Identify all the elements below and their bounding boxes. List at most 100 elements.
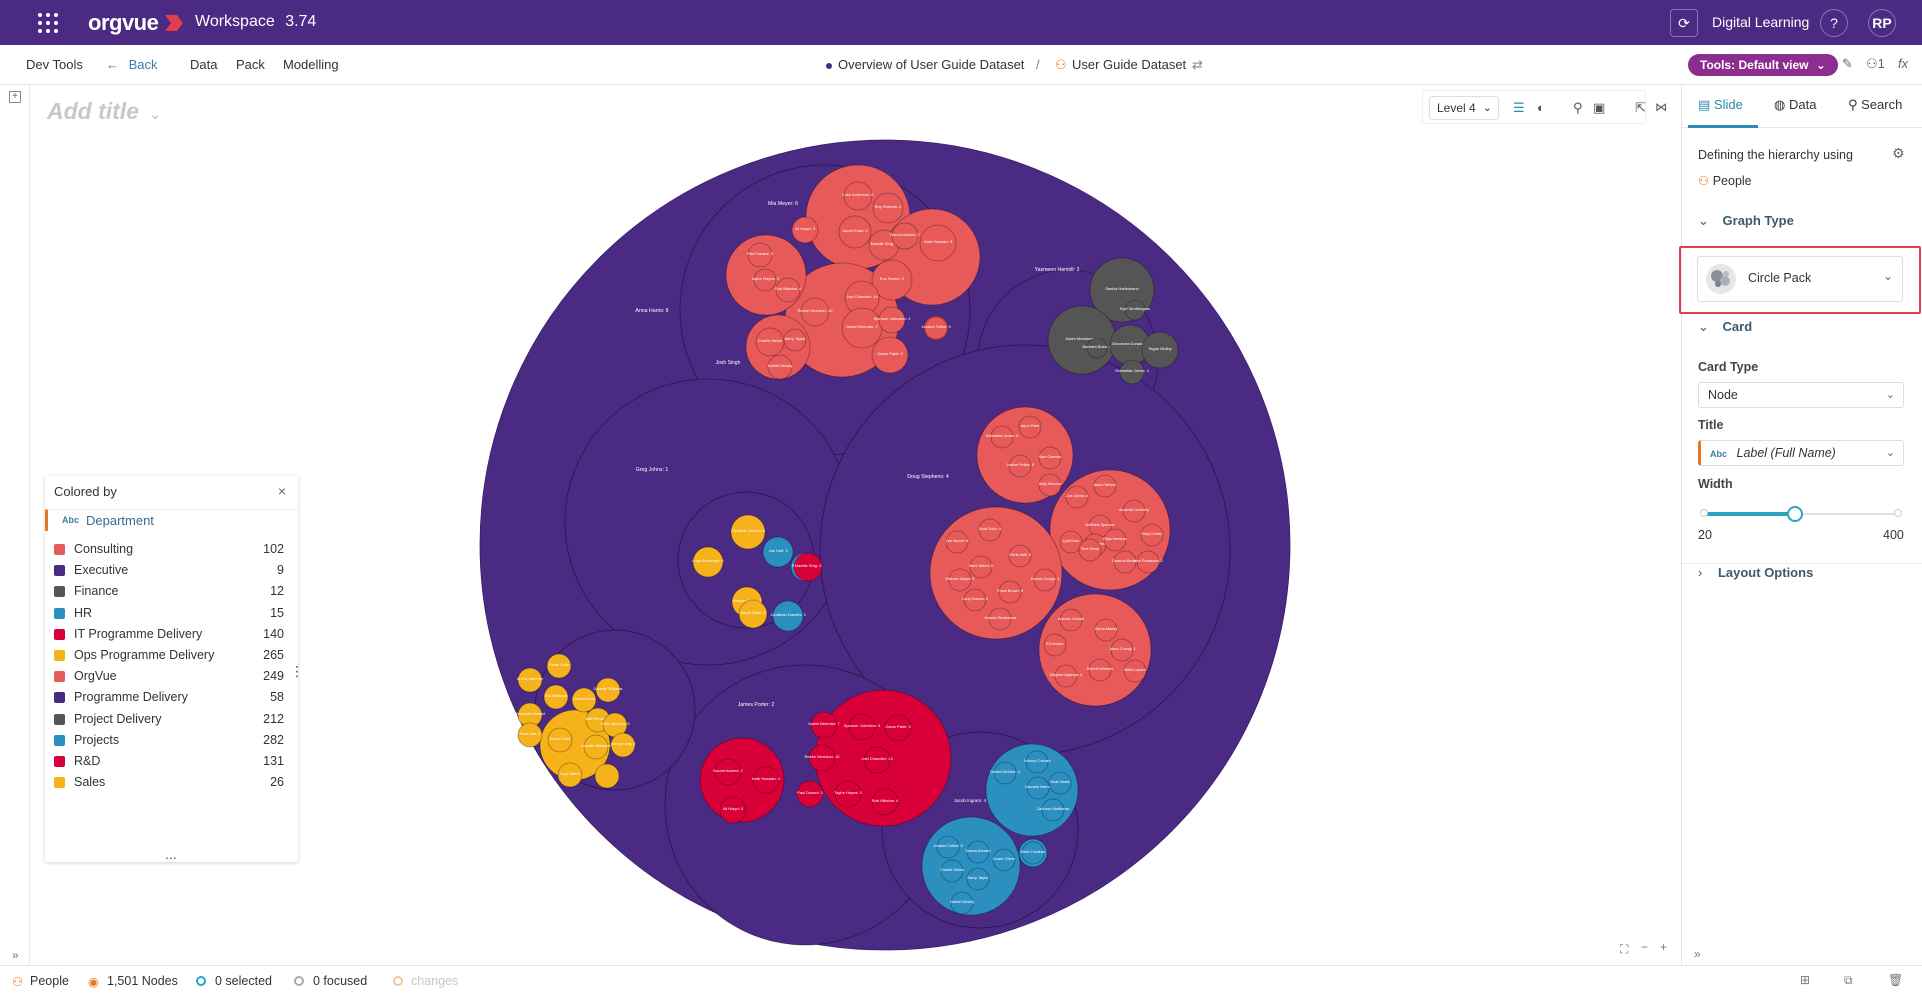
share-icon[interactable]: ⋈ [1655,100,1667,114]
tab-slide[interactable]: ▤ Slide [1698,97,1743,113]
database-icon: ◍ [1774,97,1786,112]
graph-type-select[interactable]: Circle Pack ⌄ [1697,256,1903,302]
layout-options-section[interactable]: › Layout Options [1698,565,1813,580]
legend-item-label: R&D [74,754,101,768]
brand-logo[interactable]: orgvue [88,10,159,36]
delete-icon[interactable]: 🗑 [1888,973,1903,987]
width-label: Width [1698,477,1733,491]
dataset-dot-icon [826,63,832,69]
breadcrumb-dataset[interactable]: User Guide Dataset [1072,57,1186,72]
legend-item[interactable]: OrgVue 249 [54,667,284,687]
legend-field[interactable]: Abc Department [45,509,298,531]
formula-icon[interactable]: fx [1898,56,1908,71]
dev-tools-menu[interactable]: Dev Tools [26,57,83,72]
pack-node-label: Jacob Ingram: 4 [954,798,987,803]
layout-options-header: Layout Options [1717,565,1814,580]
expand-panel-icon[interactable]: » [1694,947,1701,961]
pack-node-label: Eva Stillwood [545,694,568,698]
color-legend: Colored by × Abc Department Consulting 10… [45,476,298,862]
help-button[interactable]: ? [1820,9,1848,37]
level-select[interactable]: Level 4 ⌄ [1429,96,1499,120]
zoom-in-icon[interactable]: + [1660,940,1667,954]
legend-item[interactable]: R&D 131 [54,752,284,772]
modelling-menu[interactable]: Modelling [283,57,339,72]
export-icon[interactable]: ⇱ [1635,100,1646,116]
card-type-select[interactable]: Node ⌄ [1698,382,1904,408]
legend-item[interactable]: Sales 26 [54,773,284,793]
status-changes[interactable]: changes [411,974,458,988]
pack-node-label: Barry Taylor [784,336,806,341]
pack-node-label: Lee Moore: 8 [946,539,968,543]
hierarchy-value[interactable]: ⚇ People [1698,173,1752,188]
pack-node[interactable] [594,763,620,789]
zoom-out-icon[interactable]: − [1641,940,1648,954]
pack-node-label: Rob Mikelos: 4 [872,798,899,803]
close-icon[interactable]: × [278,483,286,499]
pack-node-label: Spencer Johnston: 4 [844,723,881,728]
pack-node-label: Matthew Spencer [1085,523,1115,527]
legend-item-count: 9 [277,563,284,578]
legend-item[interactable]: Finance 12 [54,582,284,602]
status-focused[interactable]: 0 focused [313,974,367,988]
legend-swatch [54,713,65,725]
pack-node-label: Oscar Patel: 3 [877,351,903,356]
breadcrumb-overview[interactable]: Overview of User Guide Dataset [838,57,1024,72]
pack-node-label: Antonio Orozak [1058,617,1084,621]
pack-node-label: Mia Meyer: 6 [768,201,798,207]
palette-icon[interactable]: ◐ [1537,100,1545,115]
legend-item-label: IT Programme Delivery [74,626,203,641]
data-menu[interactable]: Data [190,57,217,72]
legend-item[interactable]: IT Programme Delivery 140 [54,625,284,645]
legend-item[interactable]: Ops Programme Delivery 265 [54,646,284,666]
legend-item[interactable]: Executive 9 [54,561,284,581]
list-icon[interactable]: ☰ [1513,100,1525,116]
status-nodes[interactable]: 1,501 Nodes [107,974,178,988]
drag-handle-icon[interactable]: ⋮ [290,663,304,680]
title-field-select[interactable]: Abc Label (Full Name) ⌄ [1698,440,1904,466]
persona-icon[interactable]: ⚇1 [1866,56,1885,72]
graph-type-section[interactable]: ⌄ Graph Type [1698,213,1794,229]
legend-item[interactable]: Consulting 102 [54,540,284,560]
tab-search[interactable]: ⚲ Search [1848,97,1902,113]
pack-node-label: Bella Trudeau [1021,849,1046,854]
width-slider-handle[interactable] [1787,506,1803,522]
pack-node-label: Jacob Khan: 2 [842,228,868,233]
fit-screen-icon[interactable]: ⛶ [1620,942,1628,957]
user-avatar[interactable]: RP [1868,9,1896,37]
back-button[interactable]: ← Back [106,57,158,72]
copy-icon[interactable]: ⧉ [1844,973,1853,988]
pack-node-label: Daniel McGee: 4 [990,769,1021,774]
refresh-icon[interactable]: ⟳ [1670,9,1698,37]
right-panel: ▤ Slide ◍ Data ⚲ Search Defining the hie… [1681,85,1922,965]
sync-icon[interactable]: ⇄ [1192,57,1203,73]
status-people[interactable]: People [30,974,69,988]
pack-menu[interactable]: Pack [236,57,265,72]
status-selected[interactable]: 0 selected [215,974,272,988]
digital-learning-link[interactable]: Digital Learning [1712,14,1809,30]
legend-item[interactable]: Project Delivery 212 [54,710,284,730]
card-header: Card [1722,319,1753,334]
legend-item[interactable]: Programme Delivery 58 [54,688,284,708]
add-panel-icon[interactable]: + [9,91,21,103]
top-bar: orgvue Workspace 3.74 ⟳ Digital Learning… [0,0,1922,45]
gear-icon[interactable]: ⚙ [1892,145,1905,162]
legend-item[interactable]: HR 15 [54,604,284,624]
pack-node-label: Paul Dawes: 3 [797,790,824,795]
legend-item-label: Consulting [74,542,134,556]
legend-field-name: Department [86,513,154,528]
tab-data[interactable]: ◍ Data [1774,97,1816,113]
tools-view-button[interactable]: Tools: Default view ⌄ [1688,54,1838,76]
slide-title[interactable]: Add title ⌄ [47,98,161,125]
card-icon[interactable]: ▣ [1593,100,1605,116]
legend-more-icon[interactable]: ... [165,846,177,862]
add-icon[interactable]: ⊞ [1800,973,1810,987]
expand-left-icon[interactable]: » [12,948,19,962]
graph-type-highlight: Circle Pack ⌄ [1679,246,1921,314]
legend-item[interactable]: Projects 282 [54,731,284,751]
card-section[interactable]: ⌄ Card [1698,319,1752,335]
filter-icon[interactable]: ⚲ [1573,100,1583,116]
pin-icon[interactable]: ✎ [1842,56,1853,72]
search-icon: ⚲ [1848,97,1858,112]
pack-node-label: Tegan Mulloy [1148,346,1172,351]
app-launcher-icon[interactable] [38,13,58,33]
